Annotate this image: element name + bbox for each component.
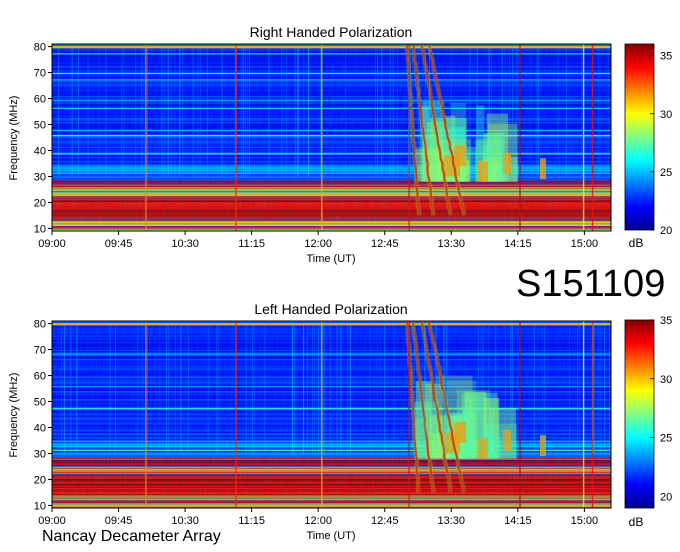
y-tick-label: 80 [34,42,46,54]
y-tick-label: 10 [34,223,46,235]
x-tick-label: 09:00 [38,238,66,250]
colorbar-unit-label: dB [629,236,644,250]
y-tick-label: 30 [34,448,46,460]
colorbar-tick-label: 35 [660,315,672,327]
right-polarization-panel: Right Handed Polarization 10 20 30 40 50 60 70… [8,24,672,265]
x-tick-label: 11:15 [238,238,265,250]
x-tick-label: 12:45 [371,238,399,250]
x-axis-label: Time (UT) [306,253,355,265]
x-tick-label: 15:00 [571,515,599,527]
y-tick-label: 80 [34,319,46,331]
y-tick-label: 60 [34,371,46,383]
x-tick-label: 14:15 [504,238,532,250]
y-tick-label: 70 [34,68,46,80]
frequency-axis: 10 20 30 40 50 60 70 80 [34,42,52,235]
x-tick-label: 13:30 [438,515,466,527]
y-tick-label: 60 [34,94,46,106]
x-tick-label: 12:00 [304,515,332,527]
instrument-label: Nancay Decameter Array [42,528,221,545]
colorbar-tick-label: 25 [660,433,672,445]
colorbar-tick-label: 35 [660,51,672,63]
y-tick-label: 20 [34,197,46,209]
y-tick-label: 70 [34,345,46,357]
colorbar: 20 25 30 35 dB [624,315,672,529]
spectrogram-plot [51,320,612,509]
x-tick-label: 12:00 [304,238,332,250]
panel-title: Left Handed Polarization [254,301,407,317]
y-axis-label: Frequency (MHz) [8,96,20,181]
y-tick-label: 20 [34,474,46,486]
x-tick-label: 10:30 [171,238,199,250]
x-tick-label: 09:45 [105,238,133,250]
colorbar-tick-label: 25 [660,167,672,179]
y-tick-label: 40 [34,422,46,434]
x-tick-label: 11:15 [238,515,265,527]
x-tick-label: 09:45 [105,515,133,527]
event-id-label: S151109 [516,263,666,305]
x-axis-label: Time (UT) [306,530,355,542]
y-tick-label: 30 [34,171,46,183]
colorbar-tick-label: 20 [660,225,672,237]
x-tick-label: 14:15 [504,515,532,527]
colorbar: 20 25 30 35 dB [624,43,672,250]
time-axis: 09:00 09:45 10:30 11:15 12:00 12:45 13:30 14:15… [38,508,598,527]
time-axis: 09:00 09:45 10:30 11:15 12:00 12:45 13:30 14:15… [38,231,598,250]
y-tick-label: 40 [34,145,46,157]
panel-title: Right Handed Polarization [250,24,413,40]
y-tick-label: 50 [34,397,46,409]
frequency-axis: 10 20 30 40 50 60 70 80 [34,319,52,512]
colorbar-tick-label: 30 [660,109,672,121]
y-tick-label: 50 [34,120,46,132]
spectrogram-plot [51,43,612,232]
x-tick-label: 13:30 [438,238,466,250]
left-polarization-panel: Left Handed Polarization 10 20 30 40 50 60 70 8… [8,301,672,542]
x-tick-label: 15:00 [571,238,599,250]
x-tick-label: 10:30 [171,515,199,527]
colorbar-tick-label: 30 [660,374,672,386]
y-axis-label: Frequency (MHz) [8,373,20,458]
colorbar-unit-label: dB [629,515,644,529]
y-tick-label: 10 [34,500,46,512]
x-tick-label: 09:00 [38,515,66,527]
colorbar-tick-label: 20 [660,491,672,503]
x-tick-label: 12:45 [371,515,399,527]
